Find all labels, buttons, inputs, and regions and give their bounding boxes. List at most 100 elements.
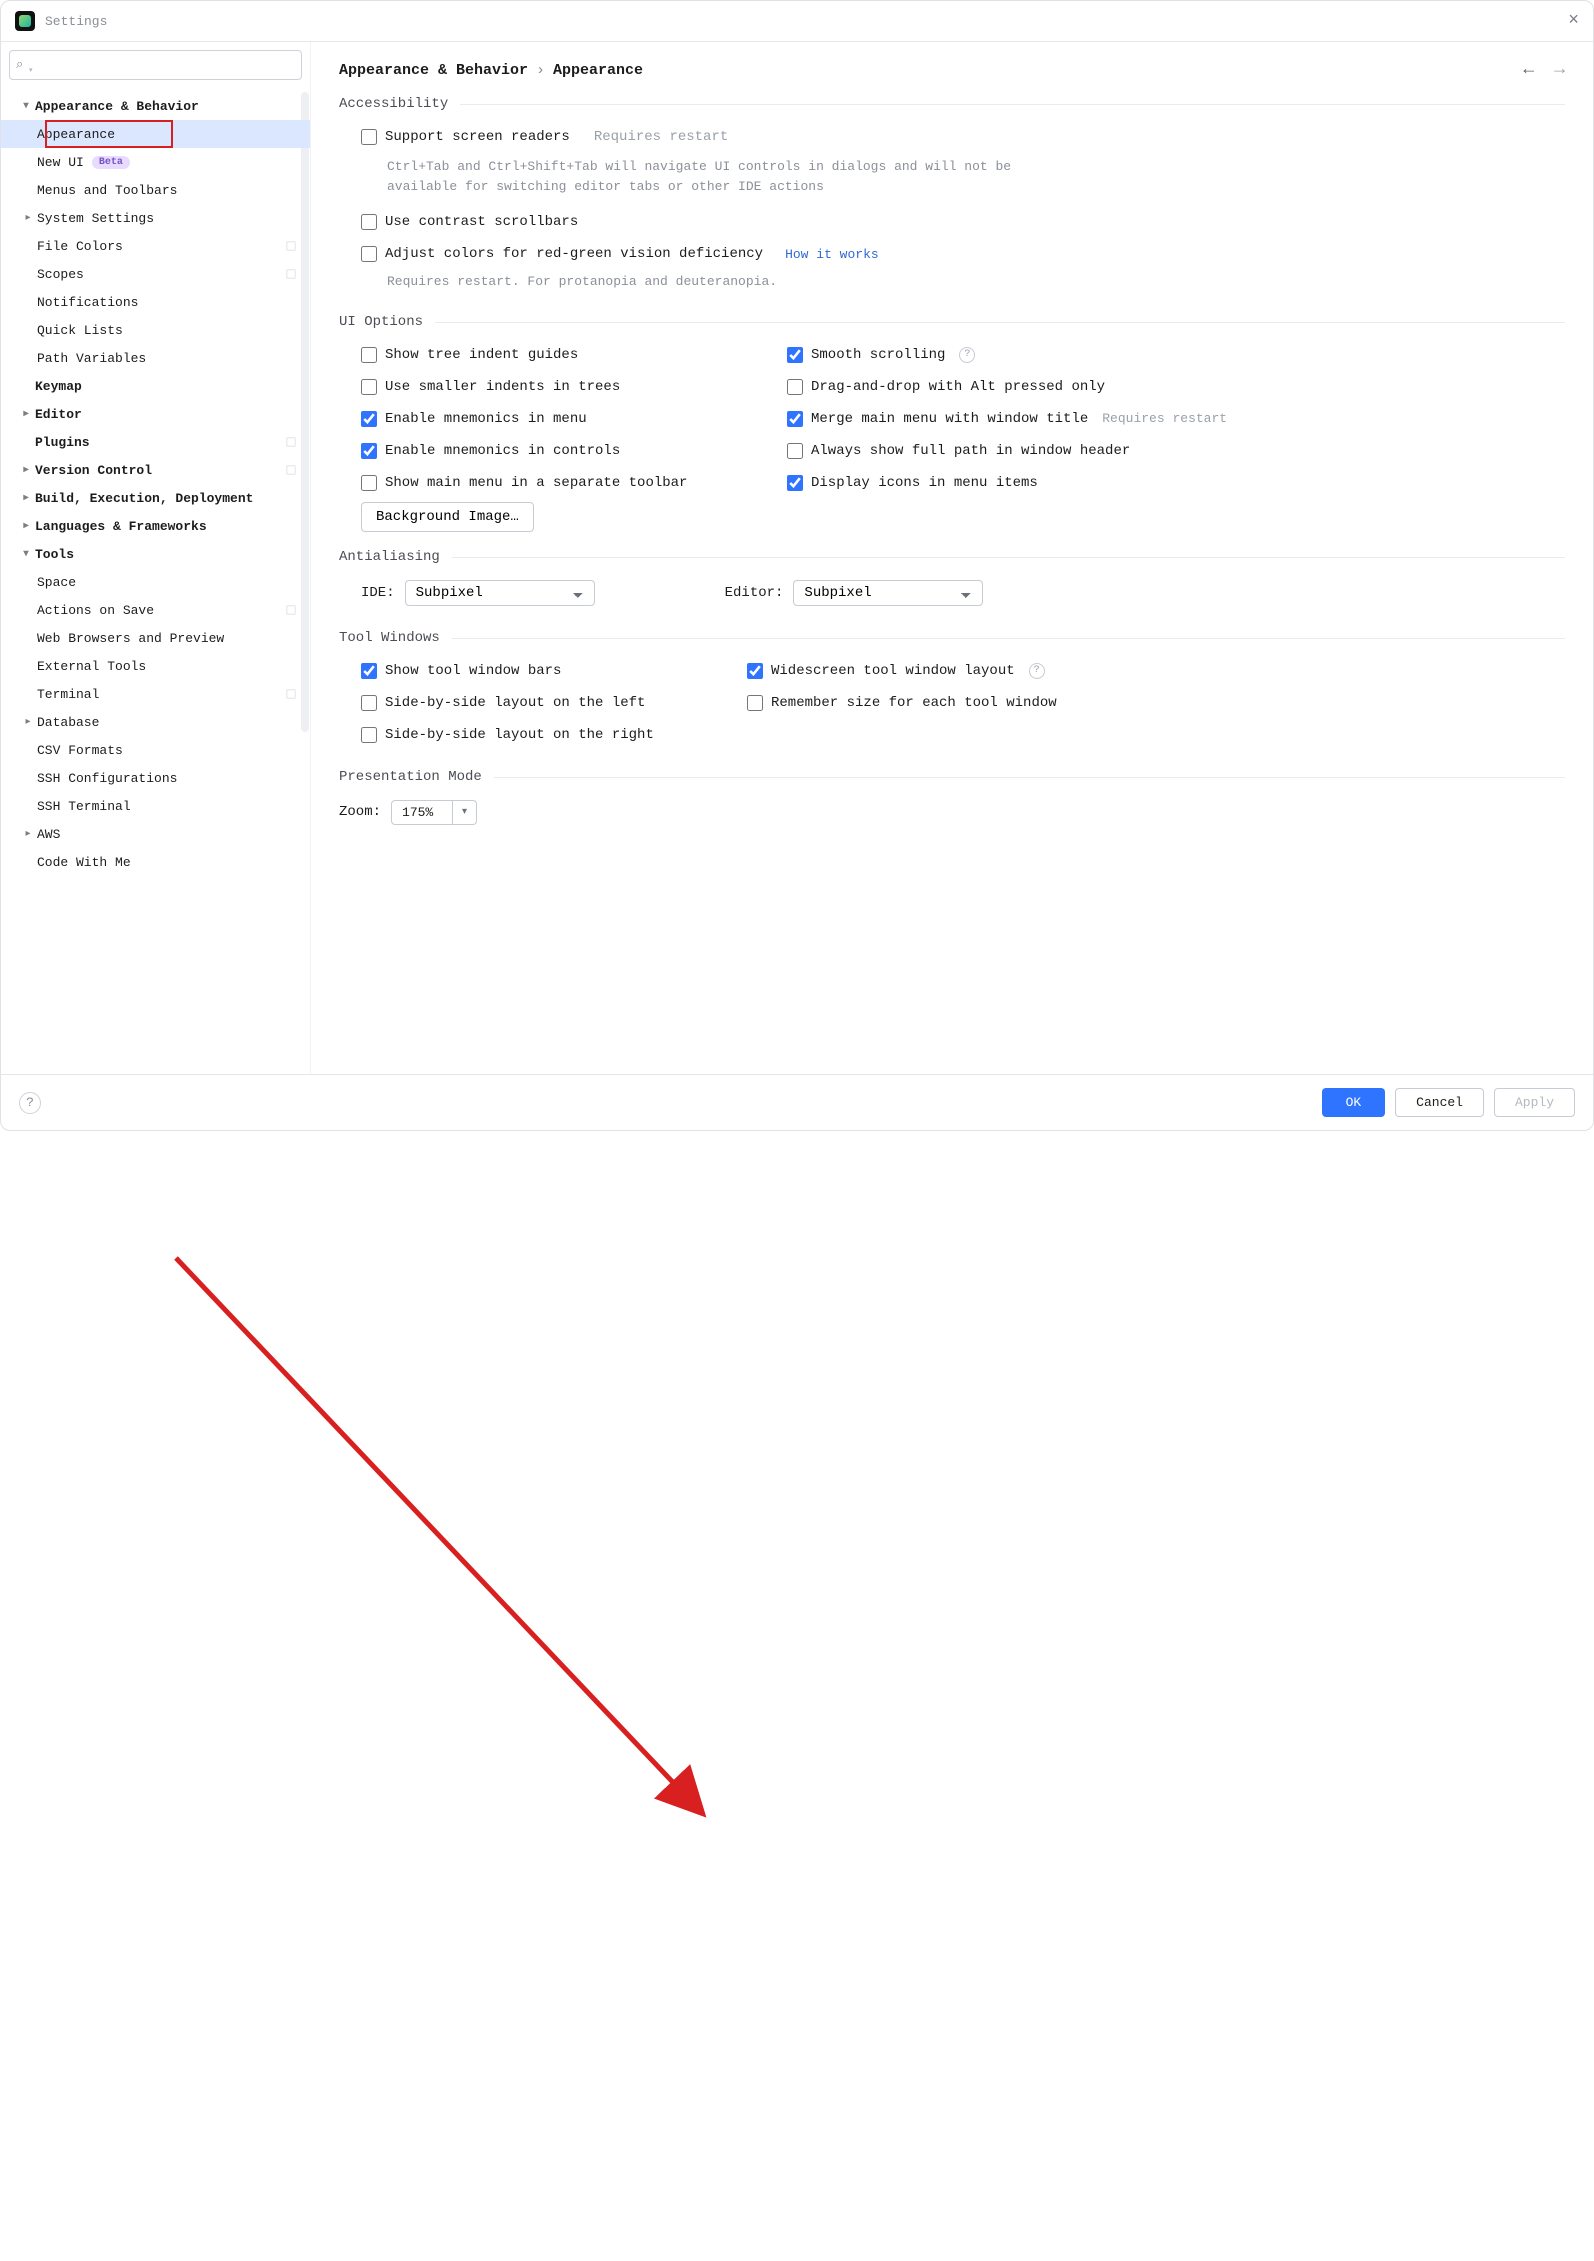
- tree-item[interactable]: ▸Languages & Frameworks: [1, 512, 310, 540]
- tree-item-label: Version Control: [35, 463, 152, 478]
- chk-smooth-scroll[interactable]: [787, 347, 803, 363]
- tree-item[interactable]: Appearance: [1, 120, 310, 148]
- tree-item[interactable]: SSH Configurations: [1, 764, 310, 792]
- chk-contrast-scrollbars[interactable]: [361, 214, 377, 230]
- tree-item-label: SSH Terminal: [37, 799, 131, 814]
- chevron-down-icon[interactable]: ▾: [453, 800, 477, 825]
- tree-item[interactable]: Code With Me: [1, 848, 310, 876]
- help-icon[interactable]: ?: [1029, 663, 1045, 679]
- tree-item[interactable]: Path Variables: [1, 344, 310, 372]
- chk-dnd-alt[interactable]: [787, 379, 803, 395]
- tree-item[interactable]: ▸Editor: [1, 400, 310, 428]
- tree-item[interactable]: ▾Appearance & Behavior: [1, 92, 310, 120]
- search-input[interactable]: [9, 50, 302, 80]
- tree-item-label: Tools: [35, 547, 74, 562]
- search-icon: ⌕: [16, 57, 23, 72]
- tree-item-label: Actions on Save: [37, 603, 154, 618]
- chevron-down-icon: ▾: [19, 100, 33, 112]
- chk-widescreen-layout[interactable]: [747, 663, 763, 679]
- tree-item[interactable]: New UIBeta: [1, 148, 310, 176]
- lbl-merge-menu-title: Merge main menu with window title: [811, 411, 1088, 427]
- chk-sbs-left[interactable]: [361, 695, 377, 711]
- tree-item[interactable]: Actions on Save: [1, 596, 310, 624]
- chk-sbs-right[interactable]: [361, 727, 377, 743]
- tree-item-label: Scopes: [37, 267, 84, 282]
- chk-mnemonics-ctrls[interactable]: [361, 443, 377, 459]
- tree-item[interactable]: ▸Build, Execution, Deployment: [1, 484, 310, 512]
- chk-main-menu-toolbar[interactable]: [361, 475, 377, 491]
- tree-item-label: Plugins: [35, 435, 90, 450]
- project-scope-icon: [287, 466, 296, 475]
- tree-item[interactable]: Plugins: [1, 428, 310, 456]
- lbl-screen-readers: Support screen readers: [385, 129, 570, 145]
- lbl-icons-in-menu: Display icons in menu items: [811, 475, 1038, 491]
- tree-item-label: External Tools: [37, 659, 146, 674]
- apply-button[interactable]: Apply: [1494, 1088, 1575, 1117]
- background-image-button[interactable]: Background Image…: [361, 502, 534, 532]
- tree-item[interactable]: External Tools: [1, 652, 310, 680]
- chevron-down-icon: ▾: [29, 66, 33, 75]
- tree-item-label: Path Variables: [37, 351, 146, 366]
- settings-tree[interactable]: ▾Appearance & BehaviorAppearanceNew UIBe…: [1, 88, 310, 1074]
- chk-show-tw-bars[interactable]: [361, 663, 377, 679]
- tree-item[interactable]: Menus and Toolbars: [1, 176, 310, 204]
- section-accessibility: Accessibility: [339, 96, 448, 113]
- tree-item-label: New UI: [37, 155, 84, 170]
- close-icon[interactable]: ×: [1568, 11, 1579, 31]
- chk-remember-size[interactable]: [747, 695, 763, 711]
- tree-item[interactable]: ▾Tools: [1, 540, 310, 568]
- tree-item[interactable]: SSH Terminal: [1, 792, 310, 820]
- lbl-show-tw-bars: Show tool window bars: [385, 663, 561, 679]
- tree-item-label: AWS: [37, 827, 60, 842]
- lbl-widescreen-layout: Widescreen tool window layout: [771, 663, 1015, 679]
- tree-item-label: Code With Me: [37, 855, 131, 870]
- lbl-dnd-alt: Drag-and-drop with Alt pressed only: [811, 379, 1105, 395]
- window-title: Settings: [45, 14, 107, 29]
- tree-item[interactable]: File Colors: [1, 232, 310, 260]
- tree-item-label: Appearance & Behavior: [35, 99, 199, 114]
- chevron-right-icon: ›: [536, 62, 545, 79]
- tree-item[interactable]: Quick Lists: [1, 316, 310, 344]
- cancel-button[interactable]: Cancel: [1395, 1088, 1484, 1117]
- section-ui-options: UI Options: [339, 314, 423, 331]
- tree-item[interactable]: Notifications: [1, 288, 310, 316]
- chk-rg-deficiency[interactable]: [361, 246, 377, 262]
- ok-button[interactable]: OK: [1322, 1088, 1386, 1117]
- tree-item-label: Space: [37, 575, 76, 590]
- tree-item-label: File Colors: [37, 239, 123, 254]
- tree-item[interactable]: Keymap: [1, 372, 310, 400]
- nav-back-icon[interactable]: ←: [1523, 60, 1534, 80]
- tree-item-label: Menus and Toolbars: [37, 183, 177, 198]
- tree-item[interactable]: Terminal: [1, 680, 310, 708]
- select-ide-aa[interactable]: Subpixel: [405, 580, 595, 606]
- tree-item[interactable]: ▸Database: [1, 708, 310, 736]
- breadcrumb-leaf: Appearance: [553, 62, 643, 79]
- zoom-value[interactable]: 175%: [391, 800, 453, 825]
- tree-item[interactable]: Space: [1, 568, 310, 596]
- help-icon[interactable]: ?: [19, 1092, 41, 1114]
- chk-icons-in-menu[interactable]: [787, 475, 803, 491]
- chk-screen-readers[interactable]: [361, 129, 377, 145]
- link-how-it-works[interactable]: How it works: [785, 247, 879, 262]
- chk-tree-indent[interactable]: [361, 347, 377, 363]
- lbl-contrast-scrollbars: Use contrast scrollbars: [385, 214, 578, 230]
- nav-forward-icon: →: [1554, 60, 1565, 80]
- chk-mnemonics-menu[interactable]: [361, 411, 377, 427]
- tree-item[interactable]: ▸AWS: [1, 820, 310, 848]
- chk-full-path-header[interactable]: [787, 443, 803, 459]
- help-icon[interactable]: ?: [959, 347, 975, 363]
- select-editor-aa[interactable]: Subpixel: [793, 580, 983, 606]
- tree-item[interactable]: Scopes: [1, 260, 310, 288]
- section-tool-windows: Tool Windows: [339, 630, 440, 647]
- tree-item[interactable]: ▸System Settings: [1, 204, 310, 232]
- scrollbar[interactable]: [301, 92, 309, 732]
- tree-item[interactable]: CSV Formats: [1, 736, 310, 764]
- tree-item[interactable]: ▸Version Control: [1, 456, 310, 484]
- chk-merge-menu-title[interactable]: [787, 411, 803, 427]
- project-scope-icon: [287, 438, 296, 447]
- chevron-down-icon: ▾: [19, 548, 33, 560]
- breadcrumb-root[interactable]: Appearance & Behavior: [339, 62, 528, 79]
- tree-item[interactable]: Web Browsers and Preview: [1, 624, 310, 652]
- tree-item-label: Terminal: [37, 687, 99, 702]
- chk-smaller-indents[interactable]: [361, 379, 377, 395]
